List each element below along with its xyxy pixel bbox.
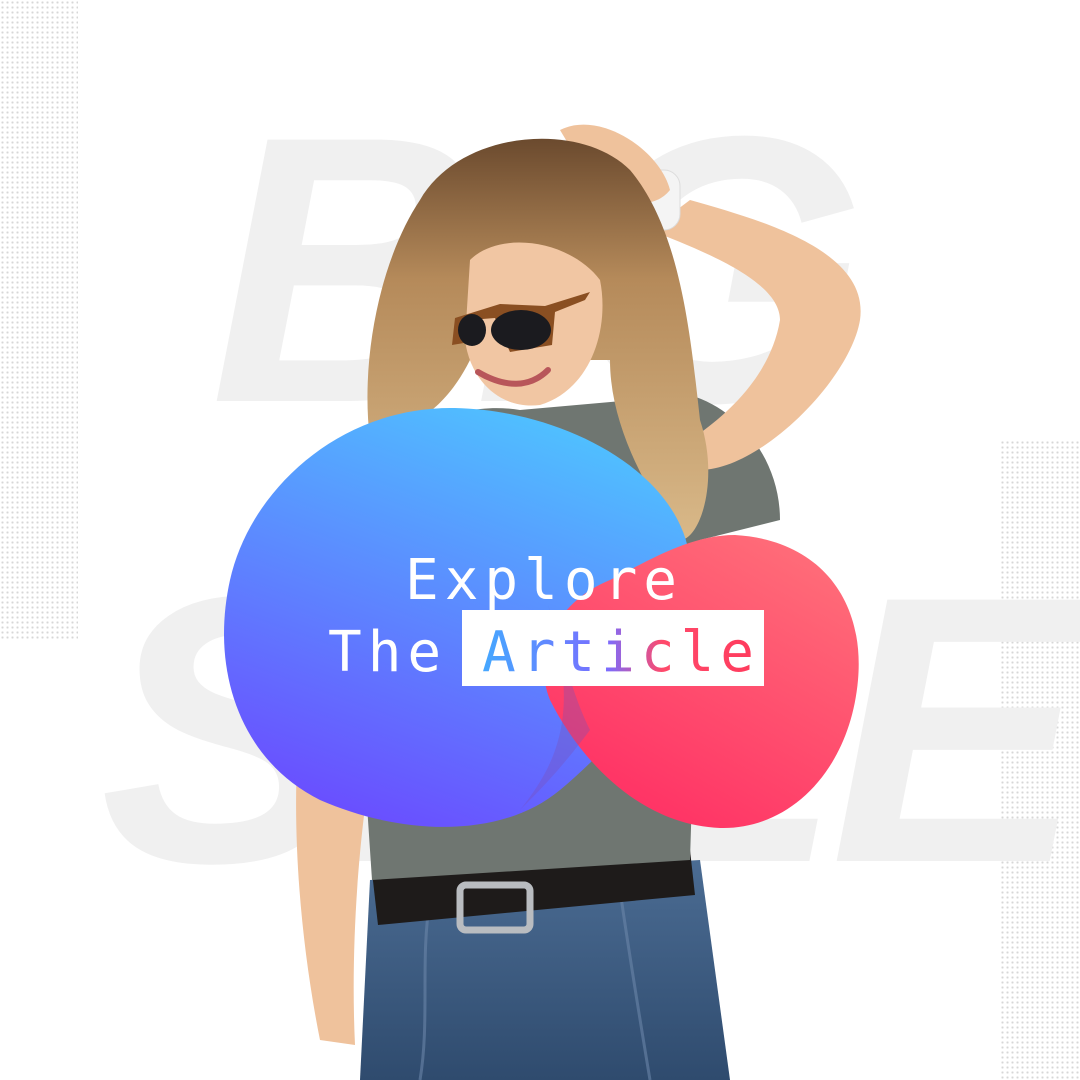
headline: Explore The Article	[0, 548, 1080, 698]
headline-explore: Explore	[405, 548, 684, 613]
headline-the: The	[328, 620, 448, 685]
woman-photo	[224, 124, 861, 1080]
headline-article: Article	[482, 620, 761, 685]
